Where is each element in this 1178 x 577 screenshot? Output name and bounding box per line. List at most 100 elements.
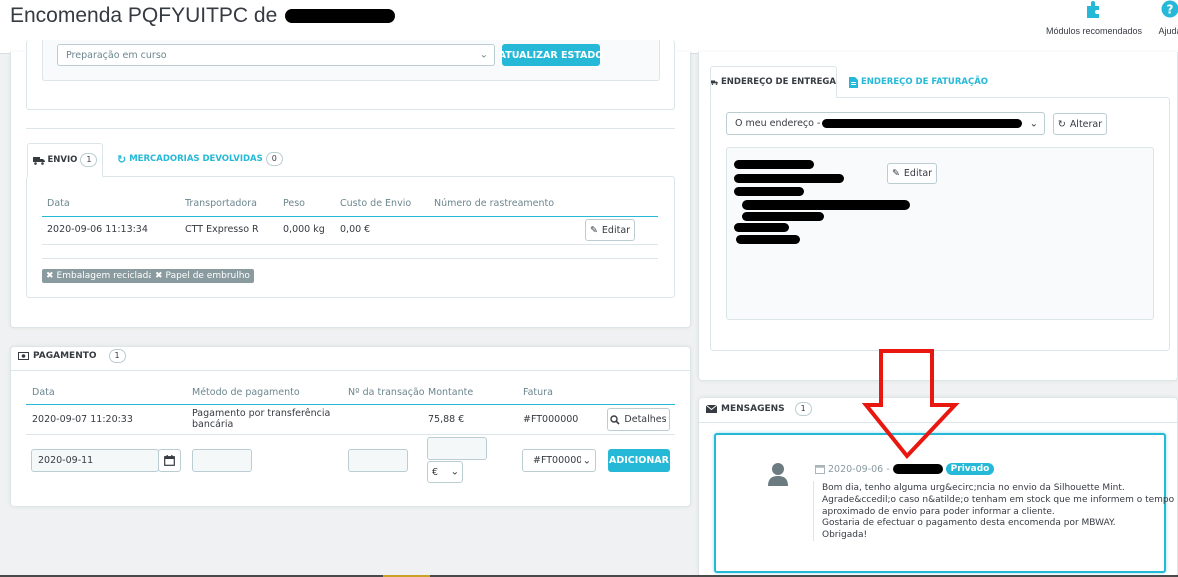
payment-invoice: #FT000000 xyxy=(523,414,579,425)
tab-delivery-address-label: ENDEREÇO DE ENTREGA xyxy=(720,77,836,87)
messages-title: MENSAGENS xyxy=(721,404,785,414)
add-payment-button[interactable]: ADICIONAR xyxy=(608,449,670,472)
shipping-count-badge: 1 xyxy=(80,153,98,167)
col-payment-method: Método de pagamento xyxy=(192,387,300,398)
tab-shipping-label: ENVIO xyxy=(47,155,78,165)
payment-date-input[interactable]: 2020-09-11 xyxy=(31,449,159,472)
help-label: Ajuda xyxy=(1158,26,1178,36)
col-weight: Peso xyxy=(283,198,305,209)
col-transaction-id: Nº da transação xyxy=(348,387,425,398)
add-payment-label: ADICIONAR xyxy=(609,455,669,466)
edit-address-label: Editar xyxy=(903,168,933,179)
message-line: Obrigada! xyxy=(822,530,868,541)
pencil-icon: ✎ xyxy=(891,168,900,179)
money-icon xyxy=(18,352,29,360)
help-icon: ? xyxy=(1150,0,1178,22)
recommended-modules-link[interactable]: Módulos recomendados xyxy=(1040,0,1148,36)
calendar-button[interactable] xyxy=(158,449,181,472)
edit-shipping-label: Editar xyxy=(601,224,631,236)
file-icon xyxy=(849,76,858,88)
close-icon: ✖ xyxy=(155,271,163,281)
chevron-down-icon: ⌄ xyxy=(450,466,459,478)
private-badge: Privado xyxy=(945,463,995,475)
chevron-down-icon: ⌄ xyxy=(1029,118,1038,129)
tab-returned-goods-label: MERCADORIAS DEVOLVIDAS xyxy=(129,154,263,164)
page-title-text: Encomenda PQFYUITPC de xyxy=(10,4,278,27)
tab-delivery-address[interactable]: ENDEREÇO DE ENTREGA xyxy=(710,66,837,98)
shipping-carrier: CTT Expresso R xyxy=(185,224,259,235)
amount-input[interactable] xyxy=(427,437,487,460)
shipping-weight: 0,000 kg xyxy=(283,224,325,235)
search-icon xyxy=(610,414,620,425)
recycled-packaging-tag: ✖ Embalagem reciclada xyxy=(42,269,158,283)
gift-wrap-label: Papel de embrulho xyxy=(165,271,250,281)
message-line: aproximado de envio para poder informar … xyxy=(822,506,1055,517)
envelope-icon xyxy=(706,405,717,413)
redacted-author xyxy=(892,464,943,474)
col-tracking-number: Número de rastreamento xyxy=(434,198,555,209)
col-amount: Montante xyxy=(428,387,474,398)
chevron-down-icon: ⌄ xyxy=(479,49,488,61)
help-link[interactable]: ? Ajuda xyxy=(1150,0,1178,36)
edit-address-button[interactable]: ✎ Editar xyxy=(887,163,937,184)
update-status-label: ATUALIZAR ESTADO xyxy=(498,49,604,61)
refresh-icon: ↻ xyxy=(1057,118,1066,130)
col-date: Data xyxy=(47,198,70,209)
tab-returned-goods[interactable]: ↻ MERCADORIAS DEVOLVIDAS 0 xyxy=(117,151,283,167)
truck-icon xyxy=(32,156,45,165)
message-meta: 2020-09-06 - Privado xyxy=(815,463,995,475)
invoice-select[interactable]: #FT000000 ⌄ xyxy=(522,449,596,472)
payment-count-badge: 1 xyxy=(108,349,126,363)
message-left-border xyxy=(813,481,814,541)
col-invoice: Fatura xyxy=(523,387,553,398)
recycled-packaging-label: Embalagem reciclada xyxy=(56,271,154,281)
payment-details-label: Detalhes xyxy=(624,414,667,425)
payment-details-button[interactable]: Detalhes xyxy=(607,408,670,431)
address-select-value: O meu endereço - xyxy=(735,118,821,129)
close-icon: ✖ xyxy=(46,271,54,281)
messages-count-badge: 1 xyxy=(794,402,812,416)
redacted-address xyxy=(822,119,1023,128)
payment-method: Pagamento por transferência bancária xyxy=(192,408,331,430)
message-line: Gostaria de efectuar o pagamento desta e… xyxy=(822,518,1116,529)
svg-text:?: ? xyxy=(1167,3,1174,17)
gift-wrap-tag: ✖ Papel de embrulho xyxy=(151,269,254,283)
calendar-icon xyxy=(815,465,825,474)
user-icon xyxy=(767,462,789,489)
transaction-id-input[interactable] xyxy=(348,449,408,472)
divider xyxy=(26,128,675,129)
col-payment-date: Data xyxy=(32,387,55,398)
payment-date-value: 2020-09-11 xyxy=(38,455,94,466)
payment-method-input[interactable] xyxy=(192,449,252,472)
payment-amount: 75,88 € xyxy=(428,414,465,425)
refresh-icon: ↻ xyxy=(117,152,127,166)
order-status-select[interactable]: Preparação em curso ⌄ xyxy=(57,44,495,66)
address-details-box xyxy=(726,147,1154,320)
message-body: Bom dia, tenho alguma urg&ecirc;ncia no … xyxy=(822,483,1174,542)
payment-heading: PAGAMENTO 1 xyxy=(18,349,126,363)
order-status-value: Preparação em curso xyxy=(66,49,167,61)
redacted-customer-name xyxy=(285,9,396,24)
currency-value: € xyxy=(432,466,439,478)
col-carrier: Transportadora xyxy=(185,198,257,209)
invoice-value: #FT000000 xyxy=(533,455,581,466)
tab-billing-address-label: ENDEREÇO DE FATURAÇÃO xyxy=(861,77,988,87)
shipping-date: 2020-09-06 11:13:34 xyxy=(47,224,148,235)
tab-shipping[interactable]: ENVIO 1 xyxy=(27,143,103,177)
update-status-button[interactable]: ATUALIZAR ESTADO xyxy=(499,44,603,66)
table-header-underline xyxy=(26,404,675,405)
divider xyxy=(11,370,690,371)
page-title: Encomenda PQFYUITPC de xyxy=(10,4,396,28)
currency-select[interactable]: € ⌄ xyxy=(427,461,463,483)
message-line: Agrade&ccedil;o caso n&atilde;o tenham e… xyxy=(822,494,1175,505)
change-address-button[interactable]: ↻ Alterar xyxy=(1053,113,1107,135)
edit-shipping-button[interactable]: ✎ Editar xyxy=(585,219,635,241)
message-line: Bom dia, tenho alguma urg&ecirc;ncia no … xyxy=(822,483,1125,493)
address-select[interactable]: O meu endereço - ⌄ xyxy=(726,112,1045,135)
pencil-icon: ✎ xyxy=(589,224,598,236)
tab-billing-address[interactable]: ENDEREÇO DE FATURAÇÃO xyxy=(849,74,988,90)
payment-date: 2020-09-07 11:20:33 xyxy=(32,414,133,425)
recommended-modules-label: Módulos recomendados xyxy=(1045,26,1143,36)
table-header-underline xyxy=(42,216,658,217)
change-address-label: Alterar xyxy=(1069,118,1103,130)
